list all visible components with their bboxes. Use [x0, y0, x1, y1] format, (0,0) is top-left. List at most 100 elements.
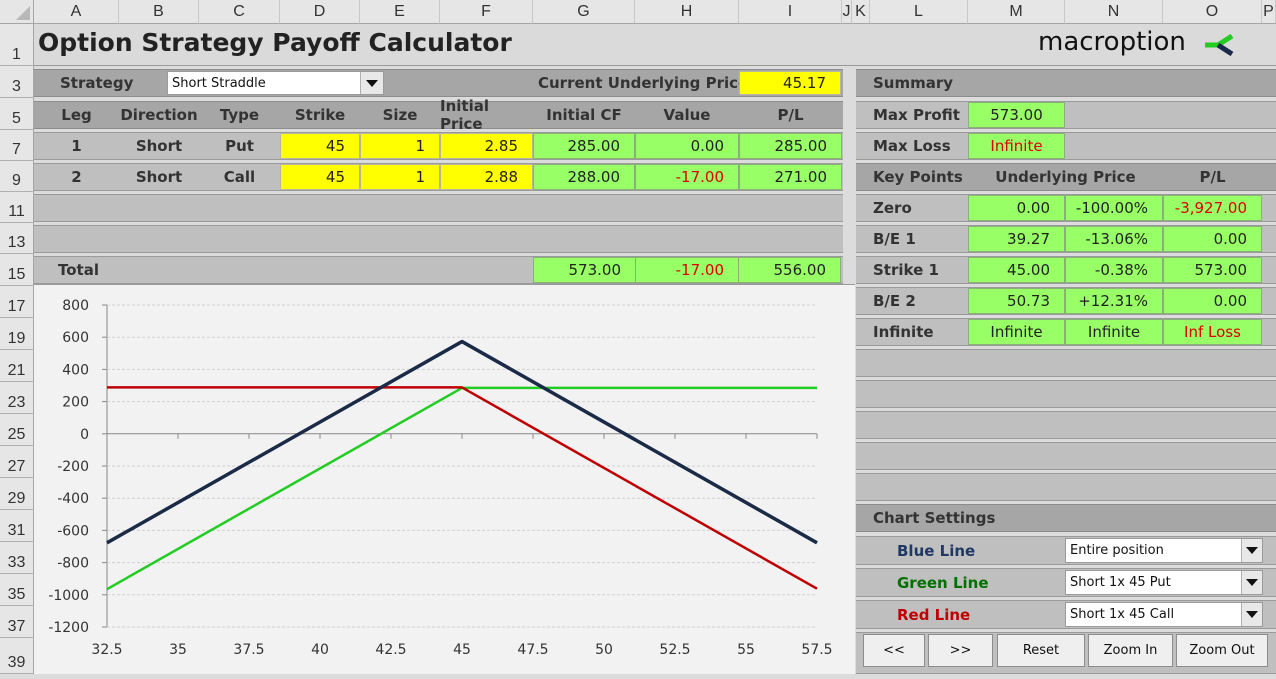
row-header-7[interactable]: 7 [0, 130, 34, 161]
legs-header-size: Size [382, 106, 418, 124]
column-header-o[interactable]: O [1163, 0, 1262, 24]
column-header-p[interactable]: P [1262, 0, 1276, 24]
y-tick-label: 0 [80, 427, 89, 443]
row-header-19[interactable]: 19 [0, 318, 34, 350]
row-header-17[interactable]: 17 [0, 286, 34, 318]
column-header-k[interactable]: K [852, 0, 870, 24]
y-tick-label: -400 [57, 491, 89, 507]
leg-size[interactable]: 1 [360, 164, 440, 190]
key-point-label: Zero [873, 199, 912, 217]
leg-initial-cf: 285.00 [533, 133, 635, 159]
key-point-pl: Inf Loss [1163, 319, 1262, 345]
column-header-c[interactable]: C [199, 0, 280, 24]
total-label: Total [58, 261, 99, 279]
scroll-right-button[interactable]: >> [928, 634, 993, 667]
key-points-header-label: Key Points [873, 168, 963, 186]
leg-direction: Short [135, 168, 183, 186]
row-header-9[interactable]: 9 [0, 161, 34, 192]
series-line-entire-position [106, 339, 818, 545]
row-header-13[interactable]: 13 [0, 223, 34, 254]
x-tick-label: 50 [595, 642, 613, 658]
column-header-e[interactable]: E [360, 0, 440, 24]
key-point-percent: +12.31% [1065, 288, 1163, 314]
legs-header-type: Type [219, 106, 260, 124]
row-header-11[interactable]: 11 [0, 192, 34, 223]
row-header-21[interactable]: 21 [0, 350, 34, 382]
row-header-27[interactable]: 27 [0, 446, 34, 478]
leg-size[interactable]: 1 [360, 133, 440, 159]
y-tick-label: -800 [57, 556, 89, 572]
red-line-select[interactable]: Short 1x 45 Call [1065, 602, 1263, 627]
x-tick-label: 42.5 [375, 642, 406, 658]
row-header-1[interactable]: 1 [0, 24, 34, 66]
key-point-price: 0.00 [968, 195, 1065, 221]
column-header-a[interactable]: A [34, 0, 119, 24]
chevron-down-icon [1246, 579, 1258, 586]
column-header-g[interactable]: G [533, 0, 635, 24]
empty-summary-row [856, 473, 1276, 501]
macroption-check-icon [1205, 33, 1234, 57]
leg-leg: 1 [71, 137, 82, 155]
column-header-m[interactable]: M [968, 0, 1065, 24]
column-header-i[interactable]: I [739, 0, 842, 24]
key-point-price: 50.73 [968, 288, 1065, 314]
key-point-pl: -3,927.00 [1163, 195, 1262, 221]
chevron-down-icon [1246, 547, 1258, 554]
strategy-dropdown-button[interactable] [360, 72, 383, 94]
y-tick-label: 800 [62, 298, 89, 314]
strategy-select[interactable]: Short Straddle [167, 71, 384, 95]
green-line-select[interactable]: Short 1x 45 Put [1065, 570, 1263, 595]
blue-line-select[interactable]: Entire position [1065, 538, 1263, 563]
row-header-39[interactable]: 39 [0, 638, 34, 674]
summary-label: Summary [873, 74, 954, 92]
key-point-price: Infinite [968, 319, 1065, 345]
select-value: Short 1x 45 Call [1070, 607, 1175, 622]
select-all-corner[interactable] [0, 0, 34, 24]
select-value: Entire position [1070, 543, 1164, 558]
leg-pl: 285.00 [739, 133, 842, 159]
row-header-37[interactable]: 37 [0, 606, 34, 638]
dropdown-button[interactable] [1241, 539, 1262, 562]
scroll-left-button[interactable]: << [863, 634, 925, 667]
underlying-price-input[interactable]: 45.17 [739, 71, 841, 95]
payoff-chart: 8006004002000-200-400-600-800-1000-12003… [48, 298, 832, 658]
row-header-29[interactable]: 29 [0, 478, 34, 510]
page-title: Option Strategy Payoff Calculator [38, 28, 512, 57]
key-point-label: B/E 1 [873, 230, 916, 248]
column-header-j[interactable]: J [842, 0, 852, 24]
zoom-in-button[interactable]: Zoom In [1088, 634, 1173, 667]
row-header-15[interactable]: 15 [0, 254, 34, 286]
dropdown-button[interactable] [1241, 571, 1262, 594]
leg-strike[interactable]: 45 [280, 133, 360, 159]
y-tick-label: 400 [62, 362, 89, 378]
legs-header-initial-cf: Initial CF [546, 106, 622, 124]
row-header-23[interactable]: 23 [0, 382, 34, 414]
row-header-5[interactable]: 5 [0, 98, 34, 130]
column-header-b[interactable]: B [119, 0, 199, 24]
x-tick-label: 35 [169, 642, 187, 658]
column-header-h[interactable]: H [635, 0, 739, 24]
y-tick-label: -1200 [48, 620, 89, 636]
zoom-out-button[interactable]: Zoom Out [1176, 634, 1268, 667]
column-header-f[interactable]: F [440, 0, 533, 24]
x-tick-label: 52.5 [659, 642, 690, 658]
reset-button[interactable]: Reset [997, 634, 1085, 667]
leg-strike[interactable]: 45 [280, 164, 360, 190]
row-header-33[interactable]: 33 [0, 542, 34, 574]
column-header-d[interactable]: D [280, 0, 360, 24]
leg-initial-price[interactable]: 2.85 [440, 133, 533, 159]
legs-header-value: Value [663, 106, 711, 124]
key-point-percent: -0.38% [1065, 257, 1163, 283]
row-header-25[interactable]: 25 [0, 414, 34, 446]
dropdown-button[interactable] [1241, 603, 1262, 626]
leg-initial-price[interactable]: 2.88 [440, 164, 533, 190]
column-header-n[interactable]: N [1065, 0, 1163, 24]
select-value: Short 1x 45 Put [1070, 575, 1171, 590]
row-header-3[interactable]: 3 [0, 66, 34, 98]
x-tick-label: 37.5 [233, 642, 264, 658]
row-header-35[interactable]: 35 [0, 574, 34, 606]
empty-summary-row [856, 380, 1276, 408]
row-header-31[interactable]: 31 [0, 510, 34, 542]
x-tick-label: 57.5 [801, 642, 832, 658]
column-header-l[interactable]: L [870, 0, 968, 24]
